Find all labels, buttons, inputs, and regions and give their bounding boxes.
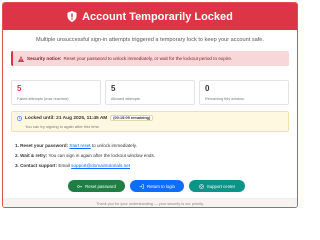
step-text: You can sign in again after the lockout …	[48, 153, 156, 158]
stat-value: 5	[111, 84, 116, 93]
step-reset: 1. Reset your password: Start reset to u…	[15, 143, 285, 153]
notice-text: Reset your password to unlock immediatel…	[63, 56, 233, 61]
lockout-header: Account Temporarily Locked	[3, 3, 297, 30]
step-label: 2. Wait & retry:	[15, 153, 48, 158]
security-notice: Security notice: Reset your password to …	[11, 51, 289, 66]
step-wait: 2. Wait & retry: You can sign in again a…	[15, 153, 285, 163]
start-reset-link[interactable]: Start reset	[69, 143, 90, 148]
attempt-stats: 5 Failed attempts (max reached) 5 Allowe…	[11, 80, 289, 105]
help-icon	[198, 183, 204, 189]
footer-note: Thank you for your understanding — your …	[3, 198, 297, 207]
countdown-badge: (00:15:09 remaining)	[110, 115, 154, 121]
step-text: Email	[58, 163, 70, 168]
stat-label: Failed attempts (max reached)	[17, 97, 69, 101]
support-email-link[interactable]: support@domaintutorials.net	[71, 163, 130, 168]
step-label: 3. Contact support:	[15, 163, 58, 168]
stat-remaining: 0 Remaining this window	[199, 80, 289, 105]
stat-allowed-attempts: 5 Allowed attempts	[105, 80, 195, 105]
stat-value: 0	[205, 84, 210, 93]
lock-status: Locked until: 21 Aug 2025, 11:45 AM (00:…	[11, 111, 289, 132]
lockout-description: Multiple unsuccessful sign-in attempts t…	[36, 37, 264, 43]
button-label: Return to login	[147, 183, 175, 189]
action-buttons: Reset password Return to login Support c…	[68, 180, 260, 192]
login-icon	[139, 183, 144, 189]
stat-label: Allowed attempts	[111, 97, 140, 101]
notice-label: Security notice:	[27, 56, 62, 61]
stat-value: 5	[17, 84, 22, 93]
return-to-login-button[interactable]: Return to login	[130, 180, 184, 192]
button-label: Reset password	[85, 183, 116, 189]
lock-note: You can try signing in again after this …	[25, 124, 101, 129]
warning-icon	[18, 55, 24, 62]
stat-label: Remaining this window	[205, 97, 244, 101]
lockout-card: Account Temporarily Locked Multiple unsu…	[2, 2, 298, 208]
stat-failed-attempts: 5 Failed attempts (max reached)	[11, 80, 101, 105]
button-label: Support center	[206, 183, 236, 189]
clock-icon	[17, 115, 22, 121]
support-center-button[interactable]: Support center	[189, 180, 245, 192]
step-contact: 3. Contact support: Email support@domain…	[15, 163, 285, 173]
reset-password-button[interactable]: Reset password	[68, 180, 125, 192]
locked-until: Locked until: 21 Aug 2025, 11:45 AM	[25, 115, 108, 121]
step-text: to unlock immediately.	[91, 143, 137, 148]
key-icon	[77, 184, 82, 188]
step-label: 1. Reset your password:	[15, 143, 69, 148]
shield-icon	[67, 11, 77, 22]
page-title: Account Temporarily Locked	[82, 10, 233, 23]
recovery-steps: 1. Reset your password: Start reset to u…	[15, 143, 285, 173]
